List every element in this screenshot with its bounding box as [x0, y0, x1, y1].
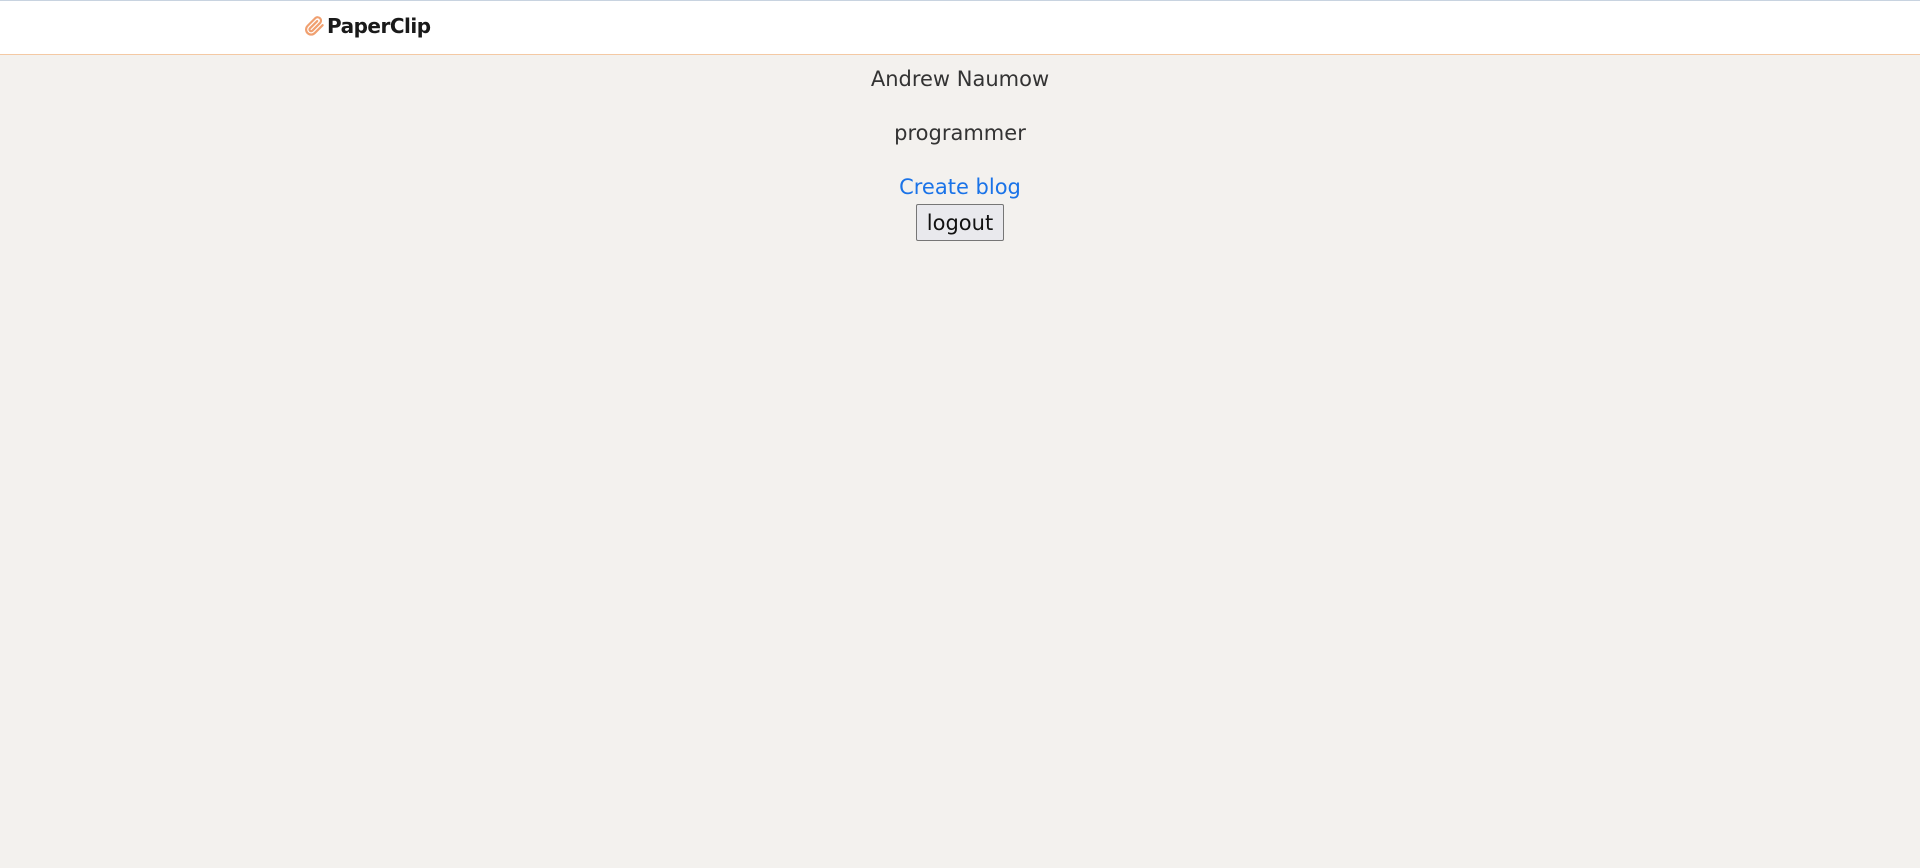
brand-name: PaperClip — [327, 14, 431, 38]
top-navbar: PaperClip — [0, 0, 1920, 55]
paperclip-icon — [303, 15, 325, 37]
profile-section: Andrew Naumow programmer Create blog log… — [0, 55, 1920, 241]
brand-logo-link[interactable]: PaperClip — [303, 14, 431, 38]
create-blog-link[interactable]: Create blog — [899, 170, 1021, 204]
user-role: programmer — [894, 121, 1026, 145]
logout-button[interactable]: logout — [915, 204, 1005, 241]
user-name: Andrew Naumow — [870, 67, 1050, 91]
logout-container: logout — [0, 204, 1920, 241]
